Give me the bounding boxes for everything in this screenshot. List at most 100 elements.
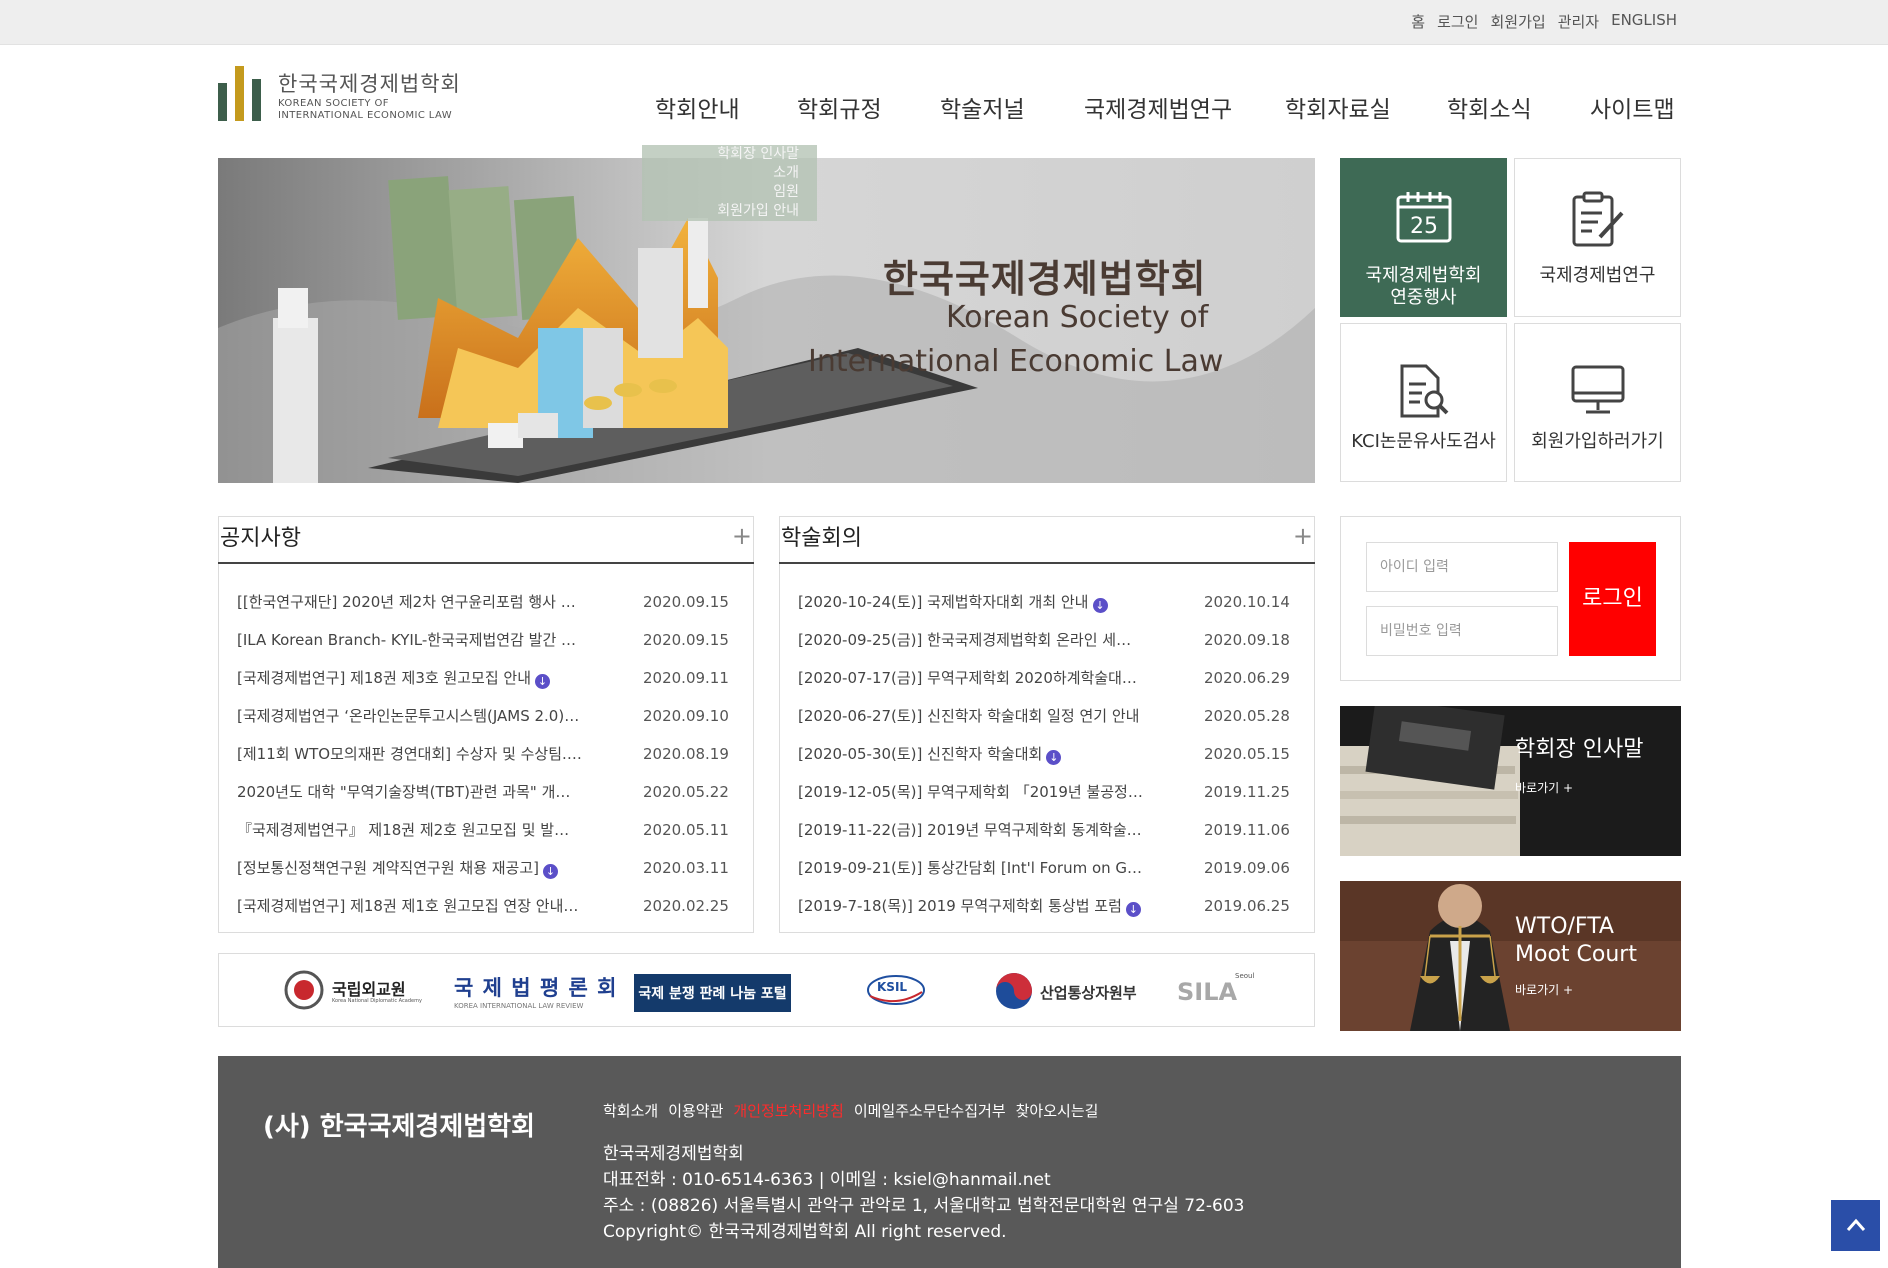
- list-item-title[interactable]: [제11회 WTO모의재판 경연대회] 수상자 및 수상팀. ↓: [237, 735, 582, 773]
- footer-link-privacy[interactable]: 개인정보처리방침: [733, 1100, 843, 1121]
- footer-links: 학회소개 이용약관 개인정보처리방침 이메일주소무단수집거부 찾아오시는길: [603, 1100, 1098, 1121]
- banner-link[interactable]: 바로가기 +: [1515, 779, 1573, 796]
- list-item-title[interactable]: [ILA Korean Branch- KYIL-한국국제법연감 발간 안내]: [237, 621, 582, 659]
- home-link[interactable]: 홈: [1411, 11, 1425, 32]
- list-item-title[interactable]: [국제경제법연구] 제18권 제1호 원고모집 연장 안내 - 마감: [237, 887, 582, 925]
- list-item-title[interactable]: [정보통신정책연구원 계약직연구원 채용 재공고] ↓: [237, 849, 582, 887]
- footer-link-about[interactable]: 학회소개: [603, 1100, 658, 1121]
- list-item[interactable]: [제11회 WTO모의재판 경연대회] 수상자 및 수상팀. ↓ 2020.08.1…: [237, 735, 737, 773]
- list-item-title[interactable]: [2019-12-05(목)] 무역구제학회 「2019년 불공정무역행위 세미…: [798, 773, 1143, 811]
- quick-tile-research[interactable]: 국제경제법연구: [1514, 158, 1681, 317]
- knda-emblem-icon: [284, 970, 324, 1010]
- list-item-title[interactable]: [국제경제법연구] 제18권 제3호 원고모집 안내 ↓: [237, 659, 582, 697]
- list-item[interactable]: [ILA Korean Branch- KYIL-한국국제법연감 발간 안내] 2…: [237, 621, 737, 659]
- id-input[interactable]: [1366, 542, 1558, 592]
- partner-dispute-portal[interactable]: 국제 분쟁 판례 나눔 포털: [634, 974, 791, 1012]
- tile-label: 국제경제법학회 연중행사: [1365, 265, 1482, 308]
- partner-motie[interactable]: 산업통상자원부: [994, 954, 1159, 1026]
- list-item-title[interactable]: [국제경제법연구 ‘온라인논문투고시스템(JAMS 2.0)’ 안내]: [237, 697, 582, 735]
- nav-item-research[interactable]: 국제경제법연구: [1084, 90, 1232, 124]
- conference-more-button[interactable]: +: [1293, 522, 1313, 550]
- logo-mark: [218, 66, 262, 121]
- quick-tile-annual-events[interactable]: 25 국제경제법학회 연중행사: [1340, 158, 1507, 317]
- banner-link[interactable]: 바로가기 +: [1515, 981, 1573, 998]
- list-item-date: 2020.09.15: [643, 593, 729, 611]
- admin-link[interactable]: 관리자: [1558, 11, 1599, 32]
- notice-more-button[interactable]: +: [732, 522, 752, 550]
- hero-title-english-1: Korean Society of: [946, 300, 1209, 335]
- nav-item-rules[interactable]: 학회규정: [797, 90, 882, 124]
- new-download-icon: ↓: [543, 864, 559, 879]
- nav-item-journal[interactable]: 학술저널: [940, 90, 1025, 124]
- list-item[interactable]: [국제경제법연구] 제18권 제3호 원고모집 안내 ↓ 2020.09.11: [237, 659, 737, 697]
- partner-sila[interactable]: SILA Seoul: [1177, 954, 1257, 1026]
- list-item[interactable]: [2020-05-30(토)] 신진학자 학술대회 ↓ 2020.05.15: [798, 735, 1298, 773]
- footer-link-email-refusal[interactable]: 이메일주소무단수집거부: [854, 1100, 1006, 1121]
- login-link[interactable]: 로그인: [1437, 11, 1478, 32]
- list-item-date: 2020.09.15: [643, 631, 729, 649]
- list-item-title[interactable]: [[한국연구재단] 2020년 제2차 연구윤리포럼 행사 참석 안내: [237, 583, 582, 621]
- list-item[interactable]: [2019-09-21(토)] 통상간담회 [Int'l Forum on Gl…: [798, 849, 1298, 887]
- english-link[interactable]: ENGLISH: [1611, 11, 1677, 32]
- footer-link-directions[interactable]: 찾아오시는길: [1016, 1100, 1099, 1121]
- login-button[interactable]: 로그인: [1569, 542, 1656, 656]
- partner-knda[interactable]: 국립외교원 Korea National Diplomatic Academy: [284, 954, 424, 1026]
- president-greeting-banner[interactable]: 학회장 인사말 바로가기 +: [1340, 706, 1681, 856]
- footer-link-terms[interactable]: 이용약관: [668, 1100, 723, 1121]
- list-item[interactable]: [2020-06-27(토)] 신진학자 학술대회 일정 연기 안내 2020.0…: [798, 697, 1298, 735]
- password-input[interactable]: [1366, 606, 1558, 656]
- nav-item-news[interactable]: 학회소식: [1447, 90, 1532, 124]
- list-item-title[interactable]: [2020-09-25(금)] 한국국제경제법학회 온라인 세미나 안내: [798, 621, 1143, 659]
- list-item[interactable]: [정보통신정책연구원 계약직연구원 채용 재공고] ↓ 2020.03.11: [237, 849, 737, 887]
- nav-item-archive[interactable]: 학회자료실: [1285, 90, 1391, 124]
- list-item-title[interactable]: [2020-10-24(토)] 국제법학자대회 개최 안내 ↓: [798, 583, 1143, 621]
- submenu-item-greeting[interactable]: 학회장 인사말: [642, 145, 799, 164]
- submenu-item-officers[interactable]: 임원: [642, 183, 799, 202]
- footer-info-address: 주소 : (08826) 서울특별시 관악구 관악로 1, 서울대학교 법학전문…: [603, 1196, 1245, 1216]
- list-item-title[interactable]: 2020년도 대학 "무역기술장벽(TBT)관련 과목" 개설 지원: [237, 773, 582, 811]
- list-item[interactable]: 『국제경제법연구』 제18권 제2호 원고모집 및 발간계획 안내 2020.05…: [237, 811, 737, 849]
- nav-item-sitemap[interactable]: 사이트맵: [1590, 90, 1675, 124]
- list-item-title[interactable]: [2020-06-27(토)] 신진학자 학술대회 일정 연기 안내: [798, 697, 1143, 735]
- scroll-top-button[interactable]: [1831, 1200, 1880, 1251]
- calendar-icon: 25: [1396, 192, 1451, 243]
- list-item[interactable]: [2020-07-17(금)] 무역구제학회 2020하계학술대회 안내 2020…: [798, 659, 1298, 697]
- submenu-item-membership[interactable]: 회원가입 안내: [642, 202, 799, 221]
- submenu-item-intro[interactable]: 소개: [642, 164, 799, 183]
- signup-link[interactable]: 회원가입: [1490, 11, 1545, 32]
- list-item[interactable]: [[한국연구재단] 2020년 제2차 연구윤리포럼 행사 참석 안내 2020.…: [237, 583, 737, 621]
- list-item-title[interactable]: [2019-09-21(토)] 통상간담회 [Int'l Forum on Gl…: [798, 849, 1143, 887]
- list-item[interactable]: [국제경제법연구] 제18권 제1호 원고모집 연장 안내 - 마감 2020.0…: [237, 887, 737, 925]
- list-item[interactable]: 2020년도 대학 "무역기술장벽(TBT)관련 과목" 개설 지원 2020.0…: [237, 773, 737, 811]
- conference-header: 학술회의 +: [779, 516, 1315, 564]
- list-item[interactable]: [2019-11-22(금)] 2019년 무역구제학회 동계학술대회 안내 20…: [798, 811, 1298, 849]
- partner-kilr[interactable]: 국 제 법 평 론 회 KOREA INTERNATIONAL LAW REVI…: [454, 954, 616, 1026]
- list-item-title[interactable]: [2020-05-30(토)] 신진학자 학술대회 ↓: [798, 735, 1143, 773]
- list-item[interactable]: [국제경제법연구 ‘온라인논문투고시스템(JAMS 2.0)’ 안내] 2020.…: [237, 697, 737, 735]
- taegeuk-icon: [996, 973, 1032, 1009]
- list-item[interactable]: [2020-10-24(토)] 국제법학자대회 개최 안내 ↓ 2020.10.14: [798, 583, 1298, 621]
- site-footer: (사) 한국국제경제법학회 학회소개 이용약관 개인정보처리방침 이메일주소무단…: [218, 1056, 1681, 1268]
- list-item[interactable]: [2020-09-25(금)] 한국국제경제법학회 온라인 세미나 안내 2020…: [798, 621, 1298, 659]
- list-item-title[interactable]: [2019-7-18(목)] 2019 무역구제학회 통상법 포럼 ↓: [798, 887, 1143, 925]
- nav-item-about[interactable]: 학회안내: [655, 90, 740, 124]
- list-item-date: 2020.08.19: [643, 745, 729, 763]
- footer-info-contact: 대표전화 : 010-6514-6363 | 이메일 : ksiel@hanma…: [603, 1170, 1051, 1190]
- list-item-title[interactable]: [2019-11-22(금)] 2019년 무역구제학회 동계학술대회 안내: [798, 811, 1143, 849]
- list-item[interactable]: [2019-12-05(목)] 무역구제학회 「2019년 불공정무역행위 세미…: [798, 773, 1298, 811]
- quick-tile-kci-check[interactable]: KCI논문유사도검사: [1340, 323, 1507, 482]
- list-item[interactable]: [2019-7-18(목)] 2019 무역구제학회 통상법 포럼 ↓ 2019.0…: [798, 887, 1298, 925]
- new-download-icon: ↓: [1092, 598, 1108, 613]
- moot-court-banner[interactable]: WTO/FTA Moot Court 바로가기 +: [1340, 881, 1681, 1031]
- list-item-title[interactable]: [2020-07-17(금)] 무역구제학회 2020하계학술대회 안내: [798, 659, 1143, 697]
- partner-ksil[interactable]: KSIL: [864, 954, 934, 1026]
- list-item-date: 2020.02.25: [643, 897, 729, 915]
- footer-info-copyright: Copyright© 한국국제경제법학회 All right reserved.: [603, 1222, 1007, 1242]
- conference-board: 학술회의 + [2020-10-24(토)] 국제법학자대회 개최 안내 ↓ 202…: [779, 516, 1315, 933]
- notice-header: 공지사항 +: [218, 516, 754, 564]
- quick-tile-join[interactable]: 회원가입하러가기: [1514, 323, 1681, 482]
- list-item-title[interactable]: 『국제경제법연구』 제18권 제2호 원고모집 및 발간계획 안내: [237, 811, 582, 849]
- footer-org-name: (사) 한국국제경제법학회: [263, 1112, 536, 1142]
- hero-title-korean: 한국국제경제법학회: [883, 257, 1207, 301]
- site-logo[interactable]: 한국국제경제법학회 KOREAN SOCIETY OF INTERNATIONA…: [218, 66, 468, 124]
